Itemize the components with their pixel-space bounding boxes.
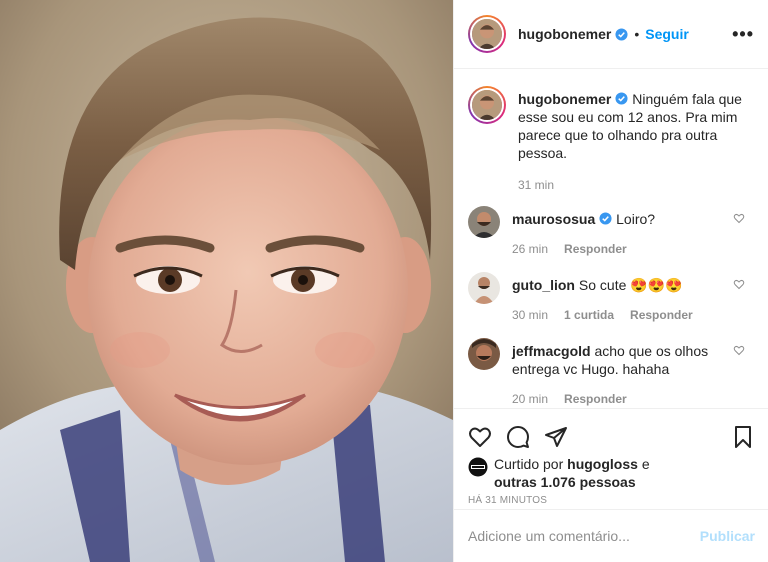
commenter-avatar[interactable] xyxy=(468,272,500,304)
instagram-post: hugobonemer • Seguir ••• hugobonemer Nin… xyxy=(0,0,768,562)
caption-avatar-image xyxy=(470,88,504,122)
liked-by-connector: e xyxy=(641,456,650,472)
publish-button[interactable]: Publicar xyxy=(700,528,755,544)
caption-username[interactable]: hugobonemer xyxy=(518,91,611,107)
boy-portrait-image xyxy=(0,0,453,562)
comment-text: So cute 😍😍😍 xyxy=(578,277,683,293)
author-username[interactable]: hugobonemer xyxy=(518,26,611,42)
comment-icon[interactable] xyxy=(506,425,530,449)
like-comment-heart-icon[interactable] xyxy=(733,344,745,356)
reply-button[interactable]: Responder xyxy=(630,306,693,324)
liked-by-user[interactable]: hugogloss xyxy=(567,456,638,472)
post-timestamp[interactable]: HÁ 31 MINUTOS xyxy=(454,495,768,506)
post-actions: Curtido por hugogloss e outras 1.076 pes… xyxy=(454,408,768,562)
comment-text: Loiro? xyxy=(616,211,656,227)
comment-row: maurososua Loiro? 26 min Responder xyxy=(468,206,755,258)
caption-time: 31 min xyxy=(518,178,555,192)
reply-button[interactable]: Responder xyxy=(564,240,627,258)
commenter-avatar[interactable] xyxy=(468,338,500,370)
caption-avatar[interactable] xyxy=(468,86,506,124)
liked-by-prefix: Curtido por xyxy=(494,456,564,472)
verified-badge-icon xyxy=(615,92,628,105)
likes-summary: Curtido por hugogloss e outras 1.076 pes… xyxy=(454,455,768,491)
comment-input[interactable] xyxy=(468,528,700,544)
bookmark-icon[interactable] xyxy=(731,425,755,449)
commenter-avatar[interactable] xyxy=(468,206,500,238)
more-options-icon[interactable]: ••• xyxy=(732,24,754,45)
like-comment-heart-icon[interactable] xyxy=(733,212,745,224)
verified-badge-icon xyxy=(599,212,612,225)
comment-username[interactable]: jeffmacgold xyxy=(512,343,591,359)
follow-button[interactable]: Seguir xyxy=(645,26,689,42)
verified-badge-icon xyxy=(615,27,628,41)
comment-time: 26 min xyxy=(512,242,549,256)
share-icon[interactable] xyxy=(544,425,568,449)
like-comment-heart-icon[interactable] xyxy=(733,278,745,290)
reply-button[interactable]: Responder xyxy=(564,390,627,408)
comment-username[interactable]: guto_lion xyxy=(512,277,575,293)
comments-list: hugobonemer Ninguém fala que esse sou eu… xyxy=(454,70,768,408)
post-photo[interactable] xyxy=(0,0,453,562)
caption-row: hugobonemer Ninguém fala que esse sou eu… xyxy=(468,86,755,194)
comment-row: jeffmacgold acho que os olhos entrega vc… xyxy=(468,338,755,408)
liker-avatar[interactable] xyxy=(468,457,488,477)
post-header: hugobonemer • Seguir ••• xyxy=(454,0,768,69)
add-comment-bar: Publicar xyxy=(454,509,768,562)
comment-time: 30 min xyxy=(512,308,549,322)
liked-by-others[interactable]: outras 1.076 pessoas xyxy=(494,474,636,490)
author-avatar[interactable] xyxy=(468,15,506,53)
follow-separator: • xyxy=(634,26,640,42)
author-avatar-image xyxy=(470,17,504,51)
comment-time: 20 min xyxy=(512,392,549,406)
comment-username[interactable]: maurososua xyxy=(512,211,595,227)
heart-icon[interactable] xyxy=(468,425,492,449)
post-side-panel: hugobonemer • Seguir ••• hugobonemer Nin… xyxy=(453,0,768,562)
comment-like-count[interactable]: 1 curtida xyxy=(564,306,614,324)
comment-row: guto_lion So cute 😍😍😍 30 min 1 curtida R… xyxy=(468,272,755,324)
